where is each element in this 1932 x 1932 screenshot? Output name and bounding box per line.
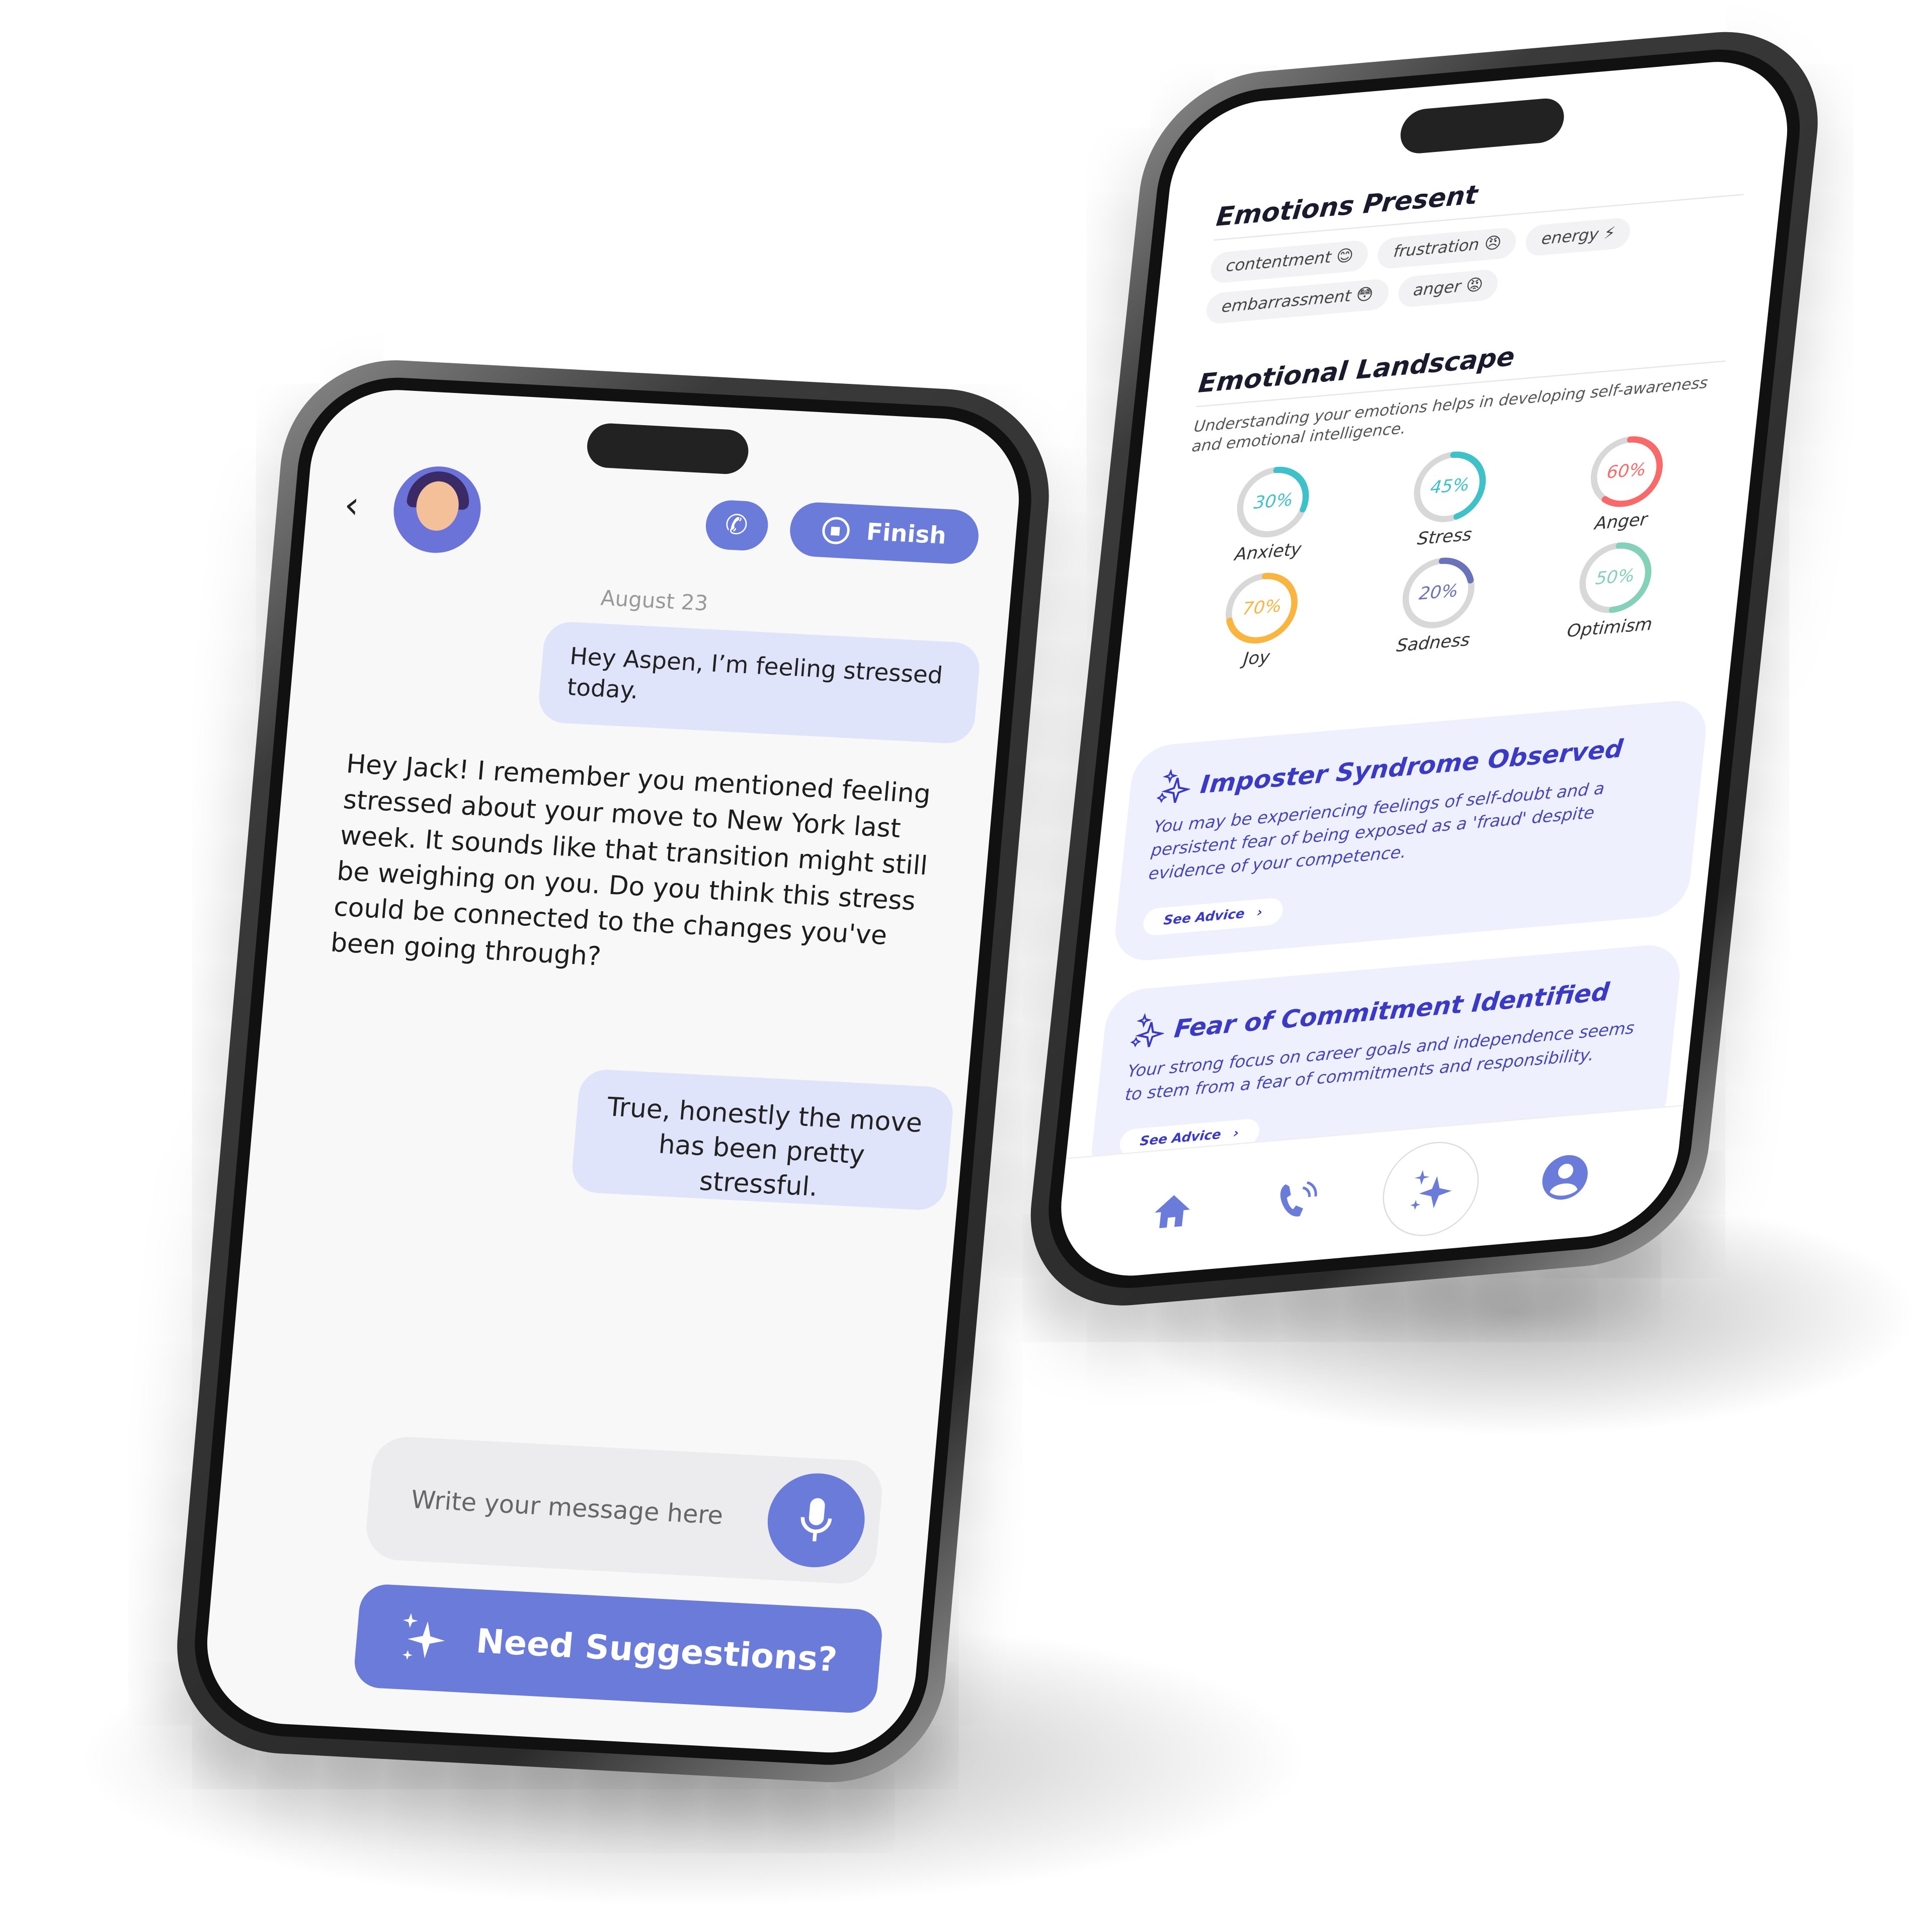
sparkles-icon bbox=[1130, 1013, 1165, 1048]
need-suggestions-button[interactable]: Need Suggestions? bbox=[352, 1583, 884, 1714]
insight-card: Imposter Syndrome Observed You may be ex… bbox=[1111, 698, 1710, 963]
emotion-label: contentment bbox=[1225, 249, 1332, 277]
ring-label: Optimism bbox=[1566, 615, 1653, 642]
emotion-emoji-icon: 😠 bbox=[1483, 234, 1502, 255]
profile-icon bbox=[1542, 1155, 1587, 1200]
emotion-label: frustration bbox=[1392, 236, 1480, 262]
emotion-ring-anxiety: 30% Anxiety bbox=[1179, 456, 1366, 570]
emotion-ring-stress: 45% Stress bbox=[1355, 441, 1542, 555]
call-icon bbox=[1279, 1181, 1317, 1217]
dynamic-island bbox=[1398, 97, 1566, 155]
emotion-ring-joy: 70% Joy bbox=[1167, 562, 1354, 676]
assistant-message: Hey Jack! I remember you mentioned feeli… bbox=[329, 749, 932, 972]
ring-percent: 50% bbox=[1594, 566, 1636, 590]
ring-label: Anger bbox=[1593, 510, 1648, 535]
ring-percent: 60% bbox=[1605, 460, 1647, 484]
chevron-right-icon: › bbox=[1256, 905, 1263, 921]
chat-date: August 23 bbox=[599, 586, 709, 617]
emotion-label: embarrassment bbox=[1221, 287, 1352, 317]
insights-phone: Emotions Present contentment 😊 frustratio… bbox=[1019, 23, 1829, 1315]
insights-screen: Emotions Present contentment 😊 frustratio… bbox=[1053, 55, 1796, 1283]
tab-calls[interactable] bbox=[1254, 1160, 1337, 1241]
emotion-chip: embarrassment 😳 bbox=[1204, 278, 1390, 325]
ring-label: Sadness bbox=[1395, 630, 1471, 657]
emotional-landscape-section: Emotional Landscape Understanding your e… bbox=[1167, 323, 1730, 676]
avatar[interactable] bbox=[390, 464, 485, 555]
tab-profile[interactable] bbox=[1523, 1137, 1606, 1218]
emotion-ring-anger: 60% Anger bbox=[1532, 426, 1719, 539]
need-suggestions-label: Need Suggestions? bbox=[474, 1622, 839, 1679]
dynamic-island bbox=[585, 422, 751, 475]
call-button[interactable]: ✆ bbox=[703, 499, 770, 552]
emotion-ring-optimism: 50% Optimism bbox=[1520, 532, 1708, 646]
ring-percent: 30% bbox=[1253, 490, 1294, 514]
emotion-chip: contentment 😊 bbox=[1209, 239, 1370, 284]
message-input[interactable]: Write your message here bbox=[363, 1435, 885, 1585]
emotion-rings: 30% Anxiety 45% Stress 60% Anger 70% Joy… bbox=[1167, 426, 1719, 676]
ring-label: Anxiety bbox=[1233, 540, 1303, 566]
emotion-chip: anger 😡 bbox=[1396, 268, 1500, 308]
see-advice-button[interactable]: See Advice › bbox=[1142, 897, 1284, 936]
chat-phone: ‹ ✆ Finish August 23 Hey Aspen, I’m feel… bbox=[168, 354, 1059, 1788]
chat-screen: ‹ ✆ Finish August 23 Hey Aspen, I’m feel… bbox=[200, 385, 1026, 1757]
mockup-stage: ‹ ✆ Finish August 23 Hey Aspen, I’m feel… bbox=[0, 0, 1932, 1932]
finish-button[interactable]: Finish bbox=[787, 501, 981, 566]
ring-label: Stress bbox=[1416, 525, 1473, 550]
sparkles-icon bbox=[403, 1613, 445, 1660]
emotions-present-section: Emotions Present contentment 😊 frustratio… bbox=[1204, 156, 1748, 325]
stop-icon bbox=[821, 516, 851, 545]
sparkles-icon bbox=[1156, 768, 1191, 803]
chevron-right-icon: › bbox=[1233, 1125, 1240, 1142]
finish-label: Finish bbox=[865, 518, 948, 550]
user-message: Hey Aspen, I’m feeling stressed today. bbox=[536, 620, 982, 745]
home-icon bbox=[1154, 1195, 1189, 1229]
emotion-label: anger bbox=[1412, 278, 1462, 301]
ring-percent: 20% bbox=[1418, 581, 1460, 605]
emotion-emoji-icon: 😳 bbox=[1355, 285, 1375, 306]
message-placeholder: Write your message here bbox=[410, 1484, 725, 1531]
back-chevron-icon[interactable]: ‹ bbox=[343, 483, 396, 529]
emotion-emoji-icon: 😡 bbox=[1465, 276, 1484, 296]
emotion-ring-sadness: 20% Sadness bbox=[1344, 547, 1531, 661]
sparkles-icon bbox=[1409, 1170, 1452, 1210]
ring-percent: 70% bbox=[1241, 596, 1283, 620]
ring-percent: 45% bbox=[1429, 475, 1471, 499]
mic-button[interactable] bbox=[764, 1471, 869, 1570]
emotion-chip: energy ⚡ bbox=[1524, 217, 1632, 257]
chat-header: ‹ ✆ Finish bbox=[341, 462, 982, 582]
microphone-icon bbox=[800, 1498, 832, 1542]
phone-icon: ✆ bbox=[723, 509, 750, 542]
emotion-emoji-icon: 😊 bbox=[1335, 247, 1354, 267]
emotion-label: energy bbox=[1540, 225, 1600, 250]
ring-label: Joy bbox=[1242, 648, 1271, 670]
tab-insights[interactable] bbox=[1377, 1138, 1483, 1240]
see-advice-label: See Advice bbox=[1163, 906, 1246, 929]
emotion-emoji-icon: ⚡ bbox=[1602, 224, 1617, 244]
user-message: True, honestly the move has been pretty … bbox=[570, 1068, 955, 1212]
tab-home[interactable] bbox=[1130, 1171, 1213, 1251]
emotion-chip: frustration 😠 bbox=[1377, 226, 1518, 270]
